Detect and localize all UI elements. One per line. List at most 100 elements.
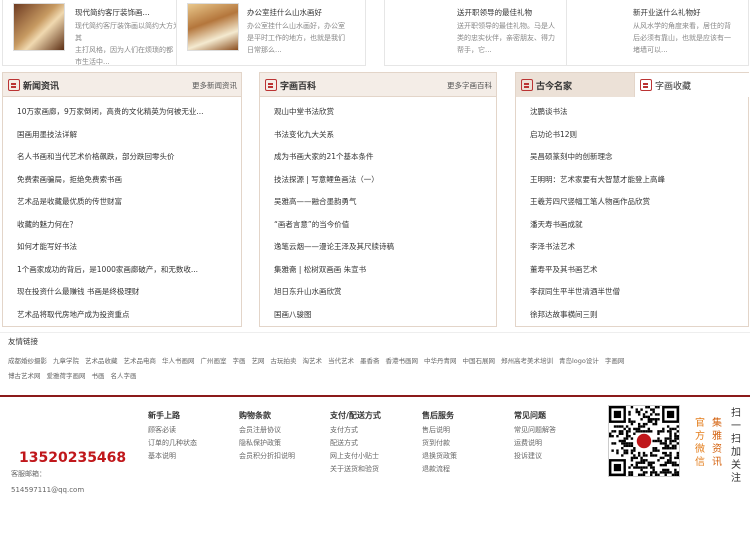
friend-link[interactable]: 艺网	[252, 357, 265, 365]
friend-link[interactable]: 九章学院	[53, 357, 79, 365]
list-item[interactable]: 启功论书12则	[530, 124, 750, 147]
footer-column-title: 常见问题	[514, 411, 546, 420]
featured-card[interactable]: 新开业送什么礼物好 从风水学的角度来看，居住的背 后必须有靠山，也就是应该有一 堵墙…	[566, 0, 749, 66]
friend-link[interactable]: 名人字画	[111, 372, 137, 380]
footer-link[interactable]: 隐私保护政策	[239, 437, 329, 450]
article-title[interactable]: 新开业送什么礼物好	[633, 7, 701, 18]
friend-link[interactable]: 墨香斋	[360, 357, 380, 365]
friend-link[interactable]: 香港书画网	[386, 357, 419, 365]
featured-card[interactable]: 现代简约客厅装饰画... 现代简约客厅装饰画以简约大方为其 主打风格，因为人们在烦…	[2, 0, 182, 66]
list-item[interactable]: 李泽书法艺术	[530, 236, 750, 259]
footer-link[interactable]: 售后说明	[422, 424, 512, 437]
footer-column-title: 售后服务	[422, 411, 454, 420]
list-item[interactable]: 10万家画廊，9万家倒闭，高贵的文化精英为何被无业...	[17, 101, 237, 124]
footer-link[interactable]: 常见问题解答	[514, 424, 604, 437]
article-thumbnail[interactable]	[187, 3, 239, 51]
article-title[interactable]: 现代简约客厅装饰画...	[75, 7, 150, 18]
list-item[interactable]: 集雅斋 | 松树双画画 朱宣书	[274, 259, 494, 282]
wechat-qr-code	[608, 405, 680, 477]
friend-link[interactable]: 中华丹青网	[424, 357, 457, 365]
friend-link[interactable]: 郑州高考美术培训	[501, 357, 553, 365]
friend-links-row: 成都婚纱摄影 九章学院 艺术品收藏 艺术品电商 华人书画网 广州画室 字画 艺网 古玩拍卖 淘艺术…	[8, 355, 630, 365]
footer-column: 支付/配送方式 支付方式 配送方式 网上支付小贴士 关于送货和验货	[330, 410, 420, 476]
footer-link[interactable]: 支付方式	[330, 424, 420, 437]
article-title[interactable]: 办公室挂什么山水画好	[247, 7, 322, 18]
friend-links-title: 友情链接	[8, 337, 38, 346]
list-item[interactable]: 现在投资什么最赚钱 书画是终极理财	[17, 281, 237, 304]
footer-link[interactable]: 会员积分折扣说明	[239, 450, 329, 463]
art-panel-header: 字画百科 更多字画百科	[260, 73, 496, 97]
list-item[interactable]: 免费索画骗局，拒绝免费索书画	[17, 169, 237, 192]
friend-link[interactable]: 字画网	[605, 357, 625, 365]
footer-column: 常见问题 常见问题解答 运费说明 投诉建议	[514, 410, 604, 463]
article-desc: 现代简约客厅装饰画以简约大方为其 主打风格，因为人们在烦琐的都 市生活中...	[75, 22, 180, 66]
tab-famous-artists[interactable]: 古今名家	[516, 73, 634, 97]
list-item[interactable]: “画者言意”的当今价值	[274, 214, 494, 237]
panel-title: 新闻资讯	[23, 82, 60, 92]
friend-link[interactable]: 华人书画网	[162, 357, 195, 365]
friend-link[interactable]: 淘艺术	[303, 357, 323, 365]
list-item[interactable]: 沈鹏谈书法	[530, 101, 750, 124]
footer-link[interactable]: 基本说明	[148, 450, 238, 463]
more-art-link[interactable]: 更多字画百科	[447, 80, 492, 91]
list-item[interactable]: 国画用墨技法详解	[17, 124, 237, 147]
list-item[interactable]: 潘天寿书画成就	[530, 214, 750, 237]
article-desc: 送开职领导的最佳礼物。马是人 类的忠实伙伴，亲密朋友、得力 帮手，它...	[457, 22, 555, 54]
footer-link[interactable]: 投诉建议	[514, 450, 604, 463]
list-icon	[640, 79, 652, 91]
friend-link[interactable]: 字画	[233, 357, 246, 365]
footer-link[interactable]: 配送方式	[330, 437, 420, 450]
email-address[interactable]: 514597111@qq.com	[11, 486, 84, 494]
list-item[interactable]: 收藏的魅力何在？	[17, 214, 237, 237]
list-item[interactable]: 观山中堂书法欣赏	[274, 101, 494, 124]
list-item[interactable]: 李叔同生平半世清酒半世僧	[530, 281, 750, 304]
list-item[interactable]: 艺术品将取代房地产成为投资重点	[17, 304, 237, 327]
list-item[interactable]: 技法探源 | 写意鲤鱼画法（一）	[274, 169, 494, 192]
list-item[interactable]: 徐邦达故事横间三则	[530, 304, 750, 327]
list-item[interactable]: 如何才能写好书法	[17, 236, 237, 259]
list-item[interactable]: 1个画家成功的背后，是1000家画廊破产，和无数收...	[17, 259, 237, 282]
friend-link[interactable]: 成都婚纱摄影	[8, 357, 47, 365]
list-item[interactable]: 旭日东升山水画欣赏	[274, 281, 494, 304]
footer-link[interactable]: 货到付款	[422, 437, 512, 450]
list-item[interactable]: 艺术品是收藏最优质的传世财富	[17, 191, 237, 214]
friend-link[interactable]: 古玩拍卖	[271, 357, 297, 365]
list-item[interactable]: 吴昌硕篆刻中的创新理念	[530, 146, 750, 169]
list-item[interactable]: 王羲芳四尺竖幅工笔人物画作品欣赏	[530, 191, 750, 214]
article-desc: 办公室挂什么山水画好，办公室 是平时工作的地方，也就是我们 日常那么...	[247, 22, 345, 54]
list-item[interactable]: 董寿平及其书画艺术	[530, 259, 750, 282]
list-item[interactable]: 逸笔云烟——漫论王泽及其尺牍诗稿	[274, 236, 494, 259]
friend-link[interactable]: 书画	[92, 372, 105, 380]
featured-card[interactable]: 办公室挂什么山水画好 办公室挂什么山水画好，办公室 是平时工作的地方，也就是我们日…	[176, 0, 366, 66]
list-item[interactable]: 成为书画大家的21个基本条件	[274, 146, 494, 169]
list-item[interactable]: 吴雅高——融合墨韵勇气	[274, 191, 494, 214]
footer-link[interactable]: 网上支付小贴士	[330, 450, 420, 463]
footer-link[interactable]: 订单的几种状态	[148, 437, 238, 450]
friend-link[interactable]: 青岛logo设计	[559, 357, 599, 365]
friend-link[interactable]: 中国石展网	[463, 357, 496, 365]
article-thumbnail[interactable]	[13, 3, 65, 51]
footer-link[interactable]: 退换货政策	[422, 450, 512, 463]
featured-articles: 现代简约客厅装饰画... 现代简约客厅装饰画以简约大方为其 主打风格，因为人们在烦…	[0, 0, 750, 66]
list-item[interactable]: 书法变化九大关系	[274, 124, 494, 147]
friend-link[interactable]: 爱雅荷字画网	[47, 372, 86, 380]
tab-collection[interactable]: 字画收藏	[634, 73, 749, 97]
footer-link[interactable]: 运费说明	[514, 437, 604, 450]
more-news-link[interactable]: 更多新闻资讯	[192, 80, 237, 91]
friend-link[interactable]: 艺术品电商	[124, 357, 157, 365]
friend-link[interactable]: 艺术品收藏	[85, 357, 118, 365]
featured-card[interactable]: 送开职领导的最佳礼物 送开职领导的最佳礼物。马是人 类的忠实伙伴，亲密朋友、得力帮…	[384, 0, 568, 66]
friend-link[interactable]: 当代艺术	[328, 357, 354, 365]
footer-column-title: 购物条款	[239, 411, 271, 420]
friend-link[interactable]: 博古艺术网	[8, 372, 41, 380]
article-desc: 从风水学的角度来看，居住的背 后必须有靠山，也就是应该有一 堵墙可以...	[633, 22, 731, 54]
friend-link[interactable]: 广州画室	[201, 357, 227, 365]
article-title[interactable]: 送开职领导的最佳礼物	[457, 7, 532, 18]
footer-link[interactable]: 退款流程	[422, 463, 512, 476]
list-item[interactable]: 王明明：艺术家要有大智慧才能登上高峰	[530, 169, 750, 192]
list-item[interactable]: 国画八骏图	[274, 304, 494, 327]
list-item[interactable]: 名人书画和当代艺术价格飙跌，部分跌回零头价	[17, 146, 237, 169]
footer-link[interactable]: 会员注册协议	[239, 424, 329, 437]
footer-link[interactable]: 顾客必读	[148, 424, 238, 437]
footer-link[interactable]: 关于送货和验货	[330, 463, 420, 476]
